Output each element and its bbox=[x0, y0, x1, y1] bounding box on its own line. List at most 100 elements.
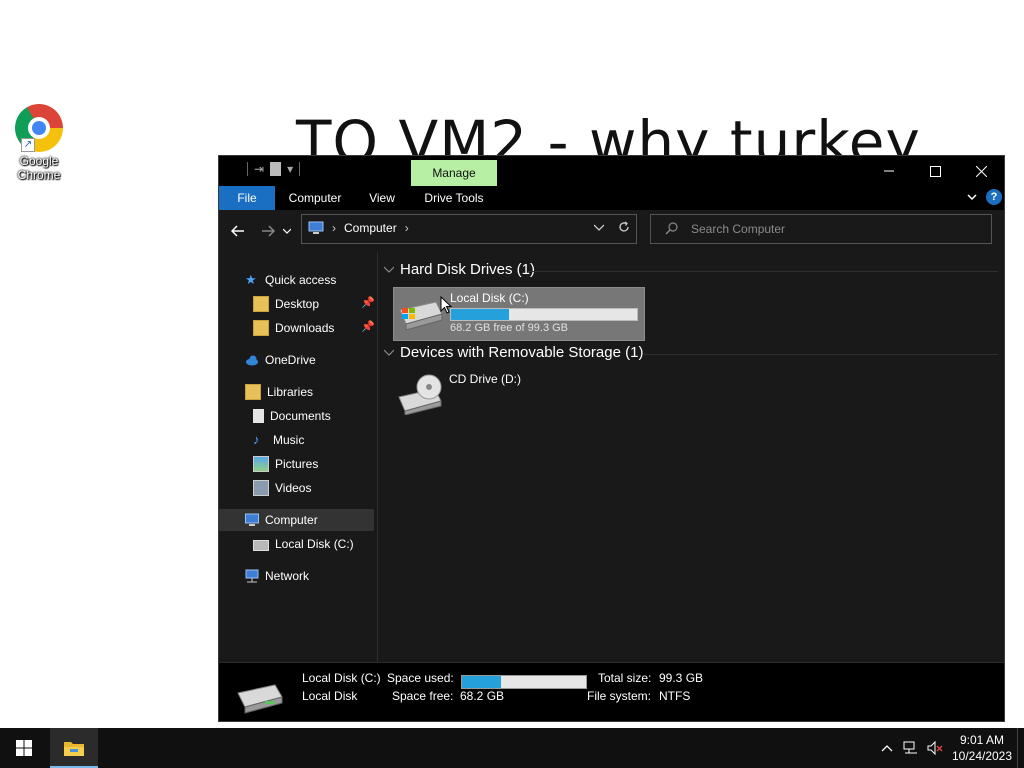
minimize-button[interactable] bbox=[866, 156, 912, 186]
search-box[interactable]: Search Computer bbox=[650, 214, 992, 244]
space-used-label: Space used: bbox=[387, 671, 454, 685]
group-title: Devices with Removable Storage (1) bbox=[400, 344, 644, 361]
nav-item-documents[interactable]: Documents bbox=[253, 405, 331, 427]
show-hidden-icons-button[interactable] bbox=[875, 728, 899, 768]
search-placeholder: Search Computer bbox=[691, 222, 786, 236]
space-used-bar bbox=[461, 675, 587, 689]
cloud-icon bbox=[246, 355, 258, 366]
clock[interactable]: 9:01 AM 10/24/2023 bbox=[947, 732, 1017, 764]
folder-icon bbox=[64, 742, 84, 756]
collapse-chevron-icon[interactable] bbox=[384, 266, 394, 273]
space-free-label: Space free: bbox=[392, 689, 454, 703]
computer-icon bbox=[308, 221, 324, 234]
network-icon bbox=[245, 569, 259, 583]
nav-item-quick-access[interactable]: ★ Quick access bbox=[245, 269, 336, 291]
desktop-shortcut-chrome[interactable]: ↗ Google Chrome bbox=[8, 104, 70, 182]
nav-item-computer[interactable]: Computer bbox=[219, 509, 374, 531]
drive-usage-fill bbox=[451, 309, 510, 320]
nav-item-music[interactable]: ♪ Music bbox=[253, 429, 304, 451]
expand-ribbon-icon[interactable] bbox=[966, 191, 978, 203]
new-folder-icon[interactable] bbox=[270, 162, 282, 176]
total-size-value: 99.3 GB bbox=[659, 671, 704, 685]
music-icon: ♪ bbox=[253, 432, 260, 447]
nav-item-local-disk[interactable]: Local Disk (C:) bbox=[253, 533, 354, 555]
drive-tile-local-disk-c[interactable]: Local Disk (C:) 68.2 GB free of 99.3 GB bbox=[393, 287, 645, 341]
breadcrumb-computer[interactable]: Computer bbox=[344, 221, 397, 235]
nav-label: OneDrive bbox=[265, 353, 316, 367]
drive-free-space: 68.2 GB free of 99.3 GB bbox=[450, 322, 569, 334]
taskbar-file-explorer[interactable] bbox=[50, 728, 98, 768]
address-bar[interactable]: › Computer › bbox=[301, 214, 637, 244]
window-controls bbox=[866, 156, 1004, 186]
group-title: Hard Disk Drives (1) bbox=[400, 261, 536, 278]
mouse-cursor-icon bbox=[440, 296, 452, 314]
nav-item-desktop[interactable]: Desktop bbox=[253, 293, 319, 315]
tab-drive-tools[interactable]: Drive Tools bbox=[411, 186, 497, 210]
recent-locations-button[interactable] bbox=[281, 221, 293, 241]
tab-manage[interactable]: Manage bbox=[411, 160, 497, 186]
content-pane: Hard Disk Drives (1) Local Disk (C:) 68.… bbox=[378, 252, 1004, 662]
desktop-folder-icon bbox=[253, 296, 269, 312]
details-drive-name: Local Disk (C:) bbox=[302, 671, 381, 685]
help-button[interactable]: ? bbox=[986, 189, 1002, 205]
drive-tile-cd-drive-d[interactable]: CD Drive (D:) bbox=[393, 369, 643, 421]
refresh-icon[interactable] bbox=[618, 221, 630, 233]
breadcrumb-separator[interactable]: › bbox=[405, 221, 409, 235]
nav-label: Music bbox=[273, 433, 305, 447]
chrome-icon: ↗ bbox=[15, 104, 63, 152]
nav-item-downloads[interactable]: Downloads bbox=[253, 317, 334, 339]
toolbar-separator bbox=[299, 162, 301, 176]
pin-icon[interactable]: 📌 bbox=[361, 296, 375, 309]
address-history-dropdown-icon[interactable] bbox=[594, 224, 604, 231]
videos-icon bbox=[253, 480, 269, 496]
nav-label: Desktop bbox=[275, 297, 320, 311]
maximize-button[interactable] bbox=[912, 156, 958, 186]
nav-label: Computer bbox=[265, 513, 318, 527]
back-button[interactable] bbox=[228, 221, 248, 241]
space-used-fill bbox=[462, 676, 501, 688]
search-icon bbox=[665, 222, 678, 235]
customize-toolbar-icon[interactable]: ▾ bbox=[287, 162, 293, 176]
nav-label: Network bbox=[265, 569, 310, 583]
quick-access-toolbar: ⇥ ▾ bbox=[247, 162, 301, 176]
computer-icon bbox=[245, 513, 259, 526]
drive-name: Local Disk (C:) bbox=[450, 291, 529, 305]
pin-icon[interactable]: 📌 bbox=[361, 320, 375, 333]
minimize-icon bbox=[884, 170, 894, 172]
downloads-folder-icon bbox=[253, 320, 269, 336]
nav-item-network[interactable]: Network bbox=[245, 565, 309, 587]
volume-button[interactable] bbox=[923, 728, 947, 768]
tab-file[interactable]: File bbox=[219, 186, 275, 210]
properties-icon[interactable]: ⇥ bbox=[254, 162, 264, 176]
navigation-pane: ★ Quick access Desktop 📌 Downloads 📌 One… bbox=[219, 252, 378, 662]
hard-drive-icon bbox=[253, 540, 269, 551]
nav-item-libraries[interactable]: Libraries bbox=[245, 381, 313, 403]
network-status-button[interactable] bbox=[899, 728, 923, 768]
nav-item-onedrive[interactable]: OneDrive bbox=[245, 349, 316, 371]
toolbar-separator bbox=[247, 162, 248, 176]
start-button[interactable] bbox=[0, 728, 48, 768]
close-icon bbox=[975, 165, 987, 177]
tab-computer[interactable]: Computer bbox=[281, 186, 349, 210]
group-header-hard-disk-drives[interactable]: Hard Disk Drives (1) bbox=[384, 261, 535, 278]
windows-hard-drive-icon bbox=[399, 301, 443, 331]
group-divider bbox=[644, 354, 998, 355]
close-button[interactable] bbox=[958, 156, 1004, 186]
pictures-icon bbox=[253, 456, 269, 472]
nav-label: Videos bbox=[275, 481, 312, 495]
show-desktop-button[interactable] bbox=[1017, 728, 1024, 768]
file-system-value: NTFS bbox=[659, 689, 691, 703]
title-bar[interactable]: ⇥ ▾ Manage bbox=[219, 156, 1004, 186]
details-pane: Local Disk (C:) Local Disk Space used: S… bbox=[219, 662, 1004, 721]
nav-item-pictures[interactable]: Pictures bbox=[253, 453, 318, 475]
forward-button[interactable] bbox=[258, 221, 278, 241]
nav-label: Documents bbox=[270, 409, 331, 423]
clock-time: 9:01 AM bbox=[959, 733, 1005, 747]
system-tray: 9:01 AM 10/24/2023 bbox=[875, 728, 1024, 768]
group-header-removable-storage[interactable]: Devices with Removable Storage (1) bbox=[384, 344, 643, 361]
collapse-chevron-icon[interactable] bbox=[384, 349, 394, 356]
nav-item-videos[interactable]: Videos bbox=[253, 477, 311, 499]
windows-logo-icon bbox=[16, 740, 32, 756]
tab-view[interactable]: View bbox=[363, 186, 401, 210]
ribbon-right-controls: ? bbox=[966, 189, 1002, 205]
